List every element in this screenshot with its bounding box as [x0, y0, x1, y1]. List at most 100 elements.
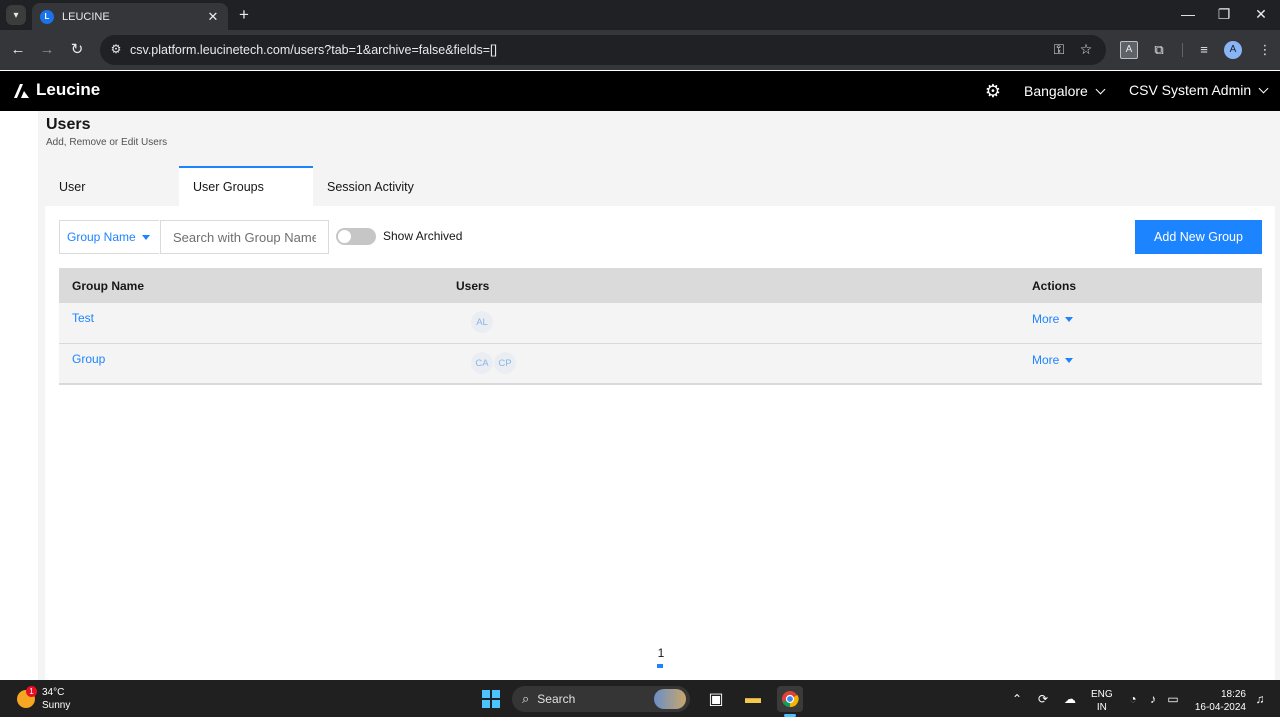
- tab-session-activity[interactable]: Session Activity: [313, 166, 447, 206]
- groups-table: Group Name Users Actions Test AL More Gr…: [59, 268, 1262, 385]
- chevron-down-icon: [1095, 84, 1106, 94]
- minimize-icon[interactable]: —: [1178, 4, 1198, 24]
- pagination-active-indicator: [657, 664, 663, 668]
- address-bar[interactable]: ⚙ csv.platform.leucinetech.com/users?tab…: [100, 35, 1106, 65]
- user-menu[interactable]: CSV System Admin: [1129, 82, 1269, 98]
- caret-down-icon: [141, 234, 150, 240]
- user-avatar[interactable]: AL: [471, 311, 493, 333]
- bookmark-star-icon[interactable]: ☆: [1077, 41, 1095, 58]
- user-avatars: AL: [471, 311, 494, 333]
- user-groups-panel: Group Name Show Archived Add New Group G…: [45, 206, 1275, 680]
- window-close-icon[interactable]: ✕: [1251, 4, 1271, 24]
- lang-line-2: IN: [1096, 702, 1107, 713]
- weather-desc: Sunny: [42, 700, 71, 711]
- search-icon: ⌕: [522, 691, 530, 706]
- toggle-knob: [338, 230, 351, 243]
- column-header-actions: Actions: [1032, 279, 1077, 293]
- browser-tab[interactable]: L LEUCINE ✕: [32, 3, 228, 30]
- more-label: More: [1032, 353, 1060, 367]
- more-actions-dropdown[interactable]: More: [1032, 312, 1074, 326]
- user-avatar[interactable]: CA: [471, 352, 493, 374]
- add-new-group-button[interactable]: Add New Group: [1135, 220, 1262, 254]
- browser-tabstrip: ▾ L LEUCINE ✕ + — ❐ ✕: [0, 0, 1280, 30]
- show-archived-label: Show Archived: [383, 229, 463, 243]
- taskbar-search[interactable]: ⌕ Search: [512, 686, 690, 712]
- browser-tab-title: LEUCINE: [62, 10, 110, 23]
- weather-widget[interactable]: 1 34°C Sunny: [17, 686, 70, 712]
- tab-user-groups[interactable]: User Groups: [179, 166, 313, 206]
- facility-selector[interactable]: Bangalore: [1024, 83, 1106, 99]
- lang-line-1: ENG: [1091, 689, 1113, 700]
- left-gutter: [0, 111, 38, 680]
- taskbar-search-label: Search: [537, 692, 576, 706]
- tab-search-chevron-icon[interactable]: ▾: [6, 5, 26, 25]
- os-taskbar: 1 34°C Sunny ⌕ Search ▣ ▬ ⌃ ⟳ ☁ ENG IN ◔…: [0, 680, 1280, 717]
- caret-down-icon: [1065, 357, 1074, 363]
- extensions-puzzle-icon[interactable]: ⧉: [1150, 41, 1168, 59]
- media-queue-icon[interactable]: ≡: [1195, 41, 1213, 59]
- group-search-input[interactable]: [160, 220, 329, 254]
- caret-down-icon: [1065, 316, 1074, 322]
- user-name: CSV System Admin: [1129, 82, 1252, 98]
- show-archived-toggle[interactable]: [336, 228, 376, 245]
- restore-icon[interactable]: ❐: [1214, 4, 1234, 24]
- column-header-users: Users: [456, 279, 490, 293]
- file-explorer-icon[interactable]: ▬: [740, 686, 766, 712]
- browser-toolbar: ← → ↻ ⚙ csv.platform.leucinetech.com/use…: [0, 30, 1280, 70]
- browser-menu-kebab-icon[interactable]: ⋮: [1256, 41, 1274, 59]
- leucine-logo[interactable]: Leucine: [12, 80, 100, 100]
- reload-icon[interactable]: ↻: [67, 40, 87, 60]
- volume-icon[interactable]: ♪: [1145, 692, 1161, 706]
- tab-close-icon[interactable]: ✕: [206, 9, 220, 25]
- new-tab-plus-icon[interactable]: +: [236, 5, 252, 25]
- profile-avatar[interactable]: A: [1224, 41, 1242, 59]
- chrome-logo-icon: [782, 691, 799, 708]
- table-row: Group CA CP More: [59, 344, 1262, 385]
- tab-user[interactable]: User: [45, 166, 179, 206]
- task-view-icon[interactable]: ▣: [703, 686, 729, 712]
- weather-text: 34°C Sunny: [42, 686, 70, 712]
- windows-start-icon[interactable]: [482, 690, 500, 708]
- onedrive-cloud-icon[interactable]: ☁: [1062, 692, 1078, 706]
- more-actions-dropdown[interactable]: More: [1032, 353, 1074, 367]
- table-row: Test AL More: [59, 303, 1262, 344]
- tray-overflow-chevron-icon[interactable]: ⌃: [1009, 692, 1025, 706]
- site-info-tune-icon[interactable]: ⚙: [108, 42, 124, 56]
- facility-label: Bangalore: [1024, 83, 1088, 99]
- back-arrow-icon[interactable]: ←: [8, 40, 28, 60]
- password-key-icon[interactable]: ⚿: [1050, 41, 1068, 58]
- column-header-group-name: Group Name: [72, 279, 145, 293]
- sync-icon[interactable]: ⟳: [1035, 692, 1051, 706]
- toolbar-divider: [1182, 43, 1183, 57]
- group-name-link[interactable]: Group: [72, 352, 105, 366]
- app-header: Leucine ⚙ Bangalore CSV System Admin: [0, 71, 1280, 111]
- clock-date: 16-04-2024: [1194, 702, 1246, 713]
- weather-temp: 34°C: [42, 687, 65, 698]
- notification-badge: 1: [26, 686, 37, 697]
- extension-a-icon[interactable]: A: [1120, 41, 1138, 59]
- page-content: Users Add, Remove or Edit Users User Use…: [0, 111, 1280, 680]
- forward-arrow-icon[interactable]: →: [37, 40, 57, 60]
- search-highlight-icon: [654, 689, 686, 709]
- more-label: More: [1032, 312, 1060, 326]
- clock-time: 18:26: [1220, 689, 1246, 700]
- battery-icon[interactable]: ▭: [1165, 692, 1181, 706]
- leucine-favicon-icon: L: [40, 9, 54, 24]
- page-title: Users: [46, 116, 91, 133]
- url-text[interactable]: csv.platform.leucinetech.com/users?tab=1…: [130, 43, 497, 57]
- input-language[interactable]: ENG IN: [1091, 688, 1113, 714]
- user-avatars: CA CP: [471, 352, 517, 374]
- chrome-icon[interactable]: [777, 686, 803, 712]
- system-clock[interactable]: 18:26 16-04-2024: [1194, 688, 1246, 714]
- pagination-page-number[interactable]: 1: [657, 646, 665, 660]
- user-avatar[interactable]: CP: [494, 352, 516, 374]
- wifi-icon[interactable]: ◔: [1125, 692, 1141, 706]
- filter-field-select[interactable]: Group Name: [59, 220, 159, 254]
- leucine-logo-icon: [14, 84, 29, 98]
- notification-bell-icon[interactable]: ♫: [1252, 692, 1268, 706]
- brand-name: Leucine: [36, 80, 101, 99]
- group-name-link[interactable]: Test: [72, 311, 94, 325]
- page-subtitle: Add, Remove or Edit Users: [46, 137, 168, 148]
- settings-gear-icon[interactable]: ⚙: [983, 80, 1003, 102]
- chevron-down-icon: [1258, 83, 1269, 93]
